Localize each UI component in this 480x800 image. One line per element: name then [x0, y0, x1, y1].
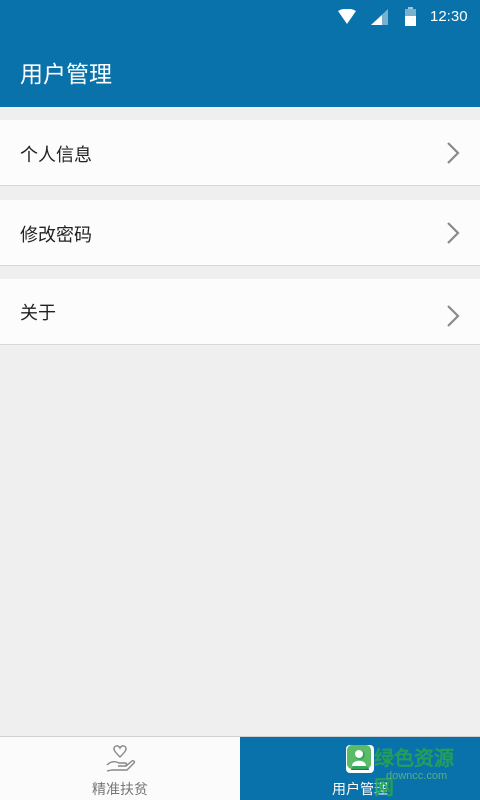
menu-item-personal-info[interactable]: 个人信息	[0, 120, 480, 186]
tab-precision-poverty[interactable]: 精准扶贫	[0, 737, 240, 800]
bottom-tab-bar: 精准扶贫 用户管理	[0, 736, 480, 800]
heart-hand-icon	[104, 743, 136, 779]
chevron-right-icon	[446, 141, 460, 169]
battery-icon	[405, 7, 416, 30]
tab-label: 用户管理	[332, 782, 388, 798]
status-bar: 12:30	[0, 0, 480, 36]
menu-item-label: 个人信息	[20, 145, 92, 166]
signal-icon	[371, 9, 388, 29]
wifi-icon	[338, 8, 356, 29]
chevron-right-icon	[446, 304, 460, 332]
status-time: 12:30	[430, 8, 468, 25]
menu-item-about[interactable]: 关于	[0, 279, 480, 345]
tab-label: 精准扶贫	[92, 782, 148, 798]
chevron-right-icon	[446, 221, 460, 249]
user-icon	[344, 743, 376, 779]
menu-item-label: 修改密码	[20, 225, 92, 246]
page-title: 用户管理	[20, 62, 112, 88]
app-header: 12:30 用户管理	[0, 0, 480, 107]
menu-item-change-password[interactable]: 修改密码	[0, 200, 480, 266]
tab-user-management[interactable]: 用户管理	[240, 737, 480, 800]
menu-item-label: 关于	[20, 303, 56, 324]
